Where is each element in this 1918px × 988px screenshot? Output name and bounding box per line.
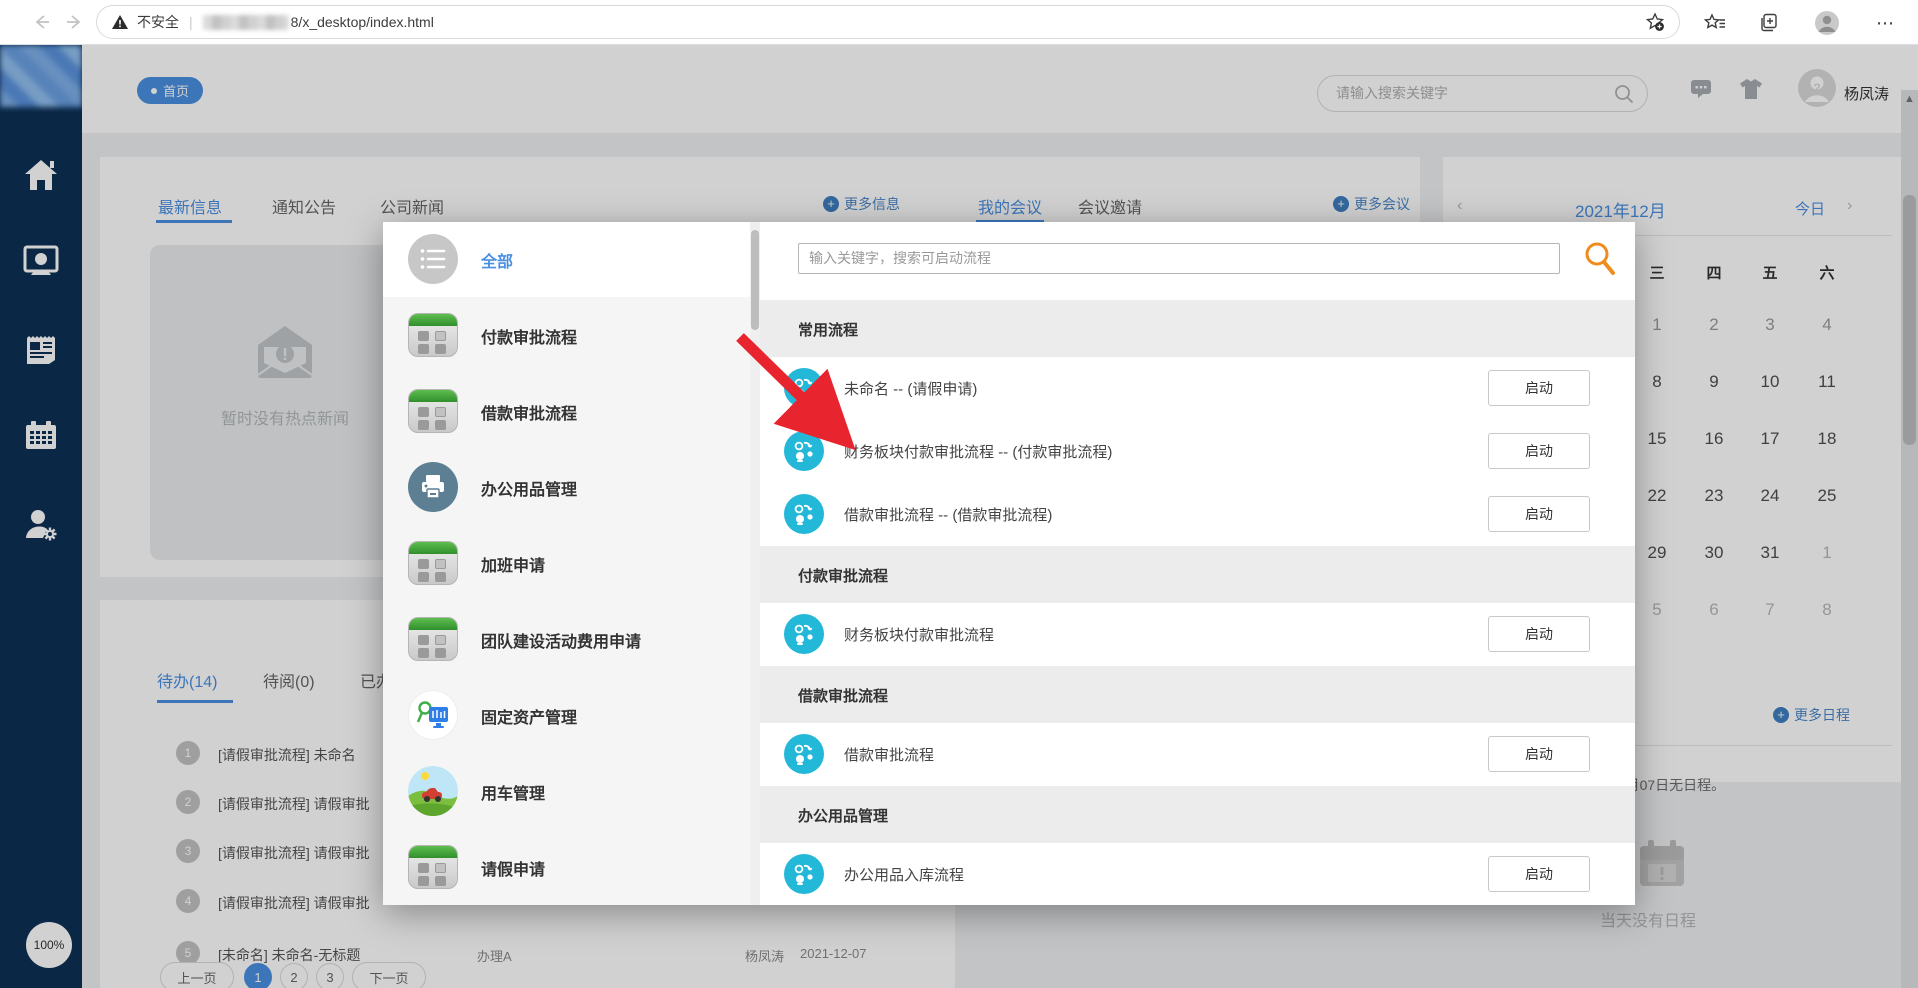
car-scene-icon <box>408 766 458 816</box>
category-item-vehicle[interactable]: 用车管理 <box>383 754 750 829</box>
app-page: 100% 首页 ? 杨凤涛 <box>0 45 1918 988</box>
browser-menu-icon[interactable]: ⋯ <box>1872 10 1898 36</box>
category-item-loan[interactable]: 借款审批流程 <box>383 374 750 449</box>
address-bar[interactable]: 不安全 | 8/x_desktop/index.html <box>96 5 1680 39</box>
category-scrollbar[interactable] <box>750 222 760 905</box>
category-label: 全部 <box>481 254 514 271</box>
scrollbar-thumb[interactable] <box>1903 195 1916 445</box>
category-label: 团队建设活动费用申请 <box>481 634 642 651</box>
process-search-icon[interactable] <box>1582 240 1616 281</box>
address-separator: | <box>189 14 193 30</box>
category-item-leave[interactable]: 请假申请 <box>383 830 750 905</box>
screen: 不安全 | 8/x_desktop/index.html ⋯ 100% 首页 请… <box>0 0 1918 988</box>
app-grid-icon <box>408 538 458 588</box>
redacted-host <box>202 14 289 30</box>
category-item-payment[interactable]: 付款审批流程 <box>383 298 750 373</box>
collections-icon[interactable] <box>1756 10 1782 36</box>
browser-profile-avatar[interactable] <box>1814 10 1840 36</box>
workflow-icon <box>784 494 824 534</box>
category-item-fixed-assets[interactable]: 固定资产管理 <box>383 678 750 753</box>
process-row[interactable]: 未命名 -- (请假申请) 启动 <box>760 357 1635 420</box>
process-title: 办公用品入库流程 <box>844 867 965 884</box>
process-row[interactable]: 财务板块付款审批流程 启动 <box>760 603 1635 666</box>
process-list: 常用流程 未命名 -- (请假申请) 启动 财务板块付款审批流程 -- (付款审… <box>760 222 1635 905</box>
app-grid-icon <box>408 842 458 892</box>
scroll-up-arrow[interactable]: ▲ <box>1901 93 1918 105</box>
launch-button[interactable]: 启动 <box>1488 433 1590 469</box>
browser-toolbar: 不安全 | 8/x_desktop/index.html ⋯ <box>0 0 1918 45</box>
category-label: 办公用品管理 <box>481 482 578 499</box>
category-item-overtime[interactable]: 加班申请 <box>383 526 750 601</box>
category-label: 加班申请 <box>481 558 546 575</box>
category-label: 请假申请 <box>481 862 546 879</box>
launch-button[interactable]: 启动 <box>1488 856 1590 892</box>
launch-button[interactable]: 启动 <box>1488 496 1590 532</box>
launch-button[interactable]: 启动 <box>1488 616 1590 652</box>
group-header: 常用流程 <box>760 300 1635 357</box>
process-title: 财务板块付款审批流程 <box>844 627 995 644</box>
process-row[interactable]: 办公用品入库流程 启动 <box>760 843 1635 905</box>
favorites-icon[interactable] <box>1702 10 1728 36</box>
process-title: 未命名 -- (请假申请) <box>844 381 978 398</box>
app-grid-icon <box>408 310 458 360</box>
process-groups: 常用流程 未命名 -- (请假申请) 启动 财务板块付款审批流程 -- (付款审… <box>760 300 1635 905</box>
group-header: 办公用品管理 <box>760 786 1635 843</box>
category-label: 用车管理 <box>481 786 546 803</box>
add-favorite-star-icon[interactable] <box>1645 12 1665 32</box>
workflow-icon <box>784 431 824 471</box>
page-scrollbar[interactable]: ▲ ▼ <box>1901 90 1918 988</box>
category-label: 借款审批流程 <box>481 406 578 423</box>
asset-monitor-icon <box>408 690 458 740</box>
process-launcher-modal: 全部 付款审批流程 借款审批流程 办公用品管理 加班申请 团队建设活动费用申请 … <box>383 222 1635 905</box>
process-row[interactable]: 借款审批流程 -- (借款审批流程) 启动 <box>760 483 1635 546</box>
launch-button[interactable]: 启动 <box>1488 736 1590 772</box>
warning-triangle-icon <box>111 14 129 30</box>
app-grid-icon <box>408 386 458 436</box>
launch-button[interactable]: 启动 <box>1488 370 1590 406</box>
category-label: 付款审批流程 <box>481 330 578 347</box>
workflow-icon <box>784 854 824 894</box>
process-row[interactable]: 财务板块付款审批流程 -- (付款审批流程) 启动 <box>760 420 1635 483</box>
workflow-icon <box>784 734 824 774</box>
process-search <box>798 243 1560 274</box>
process-title: 借款审批流程 <box>844 747 935 764</box>
printer-icon <box>408 462 458 512</box>
security-label: 不安全 <box>137 14 179 30</box>
app-grid-icon <box>408 614 458 664</box>
process-search-input[interactable] <box>807 244 1537 271</box>
list-all-icon <box>408 234 458 284</box>
group-header: 付款审批流程 <box>760 546 1635 603</box>
url-text: 8/x_desktop/index.html <box>290 14 434 30</box>
category-item-all[interactable]: 全部 <box>383 222 750 297</box>
group-header: 借款审批流程 <box>760 666 1635 723</box>
workflow-icon <box>784 368 824 408</box>
browser-back-icon[interactable] <box>30 10 54 34</box>
category-label: 固定资产管理 <box>481 710 578 727</box>
scrollbar-thumb[interactable] <box>751 230 759 330</box>
category-item-office-supplies[interactable]: 办公用品管理 <box>383 450 750 525</box>
category-list: 全部 付款审批流程 借款审批流程 办公用品管理 加班申请 团队建设活动费用申请 … <box>383 222 750 905</box>
process-title: 借款审批流程 -- (借款审批流程) <box>844 507 1053 524</box>
workflow-icon <box>784 614 824 654</box>
category-item-team-building[interactable]: 团队建设活动费用申请 <box>383 602 750 677</box>
process-row[interactable]: 借款审批流程 启动 <box>760 723 1635 786</box>
browser-forward-icon[interactable] <box>62 10 86 34</box>
process-title: 财务板块付款审批流程 -- (付款审批流程) <box>844 444 1113 461</box>
